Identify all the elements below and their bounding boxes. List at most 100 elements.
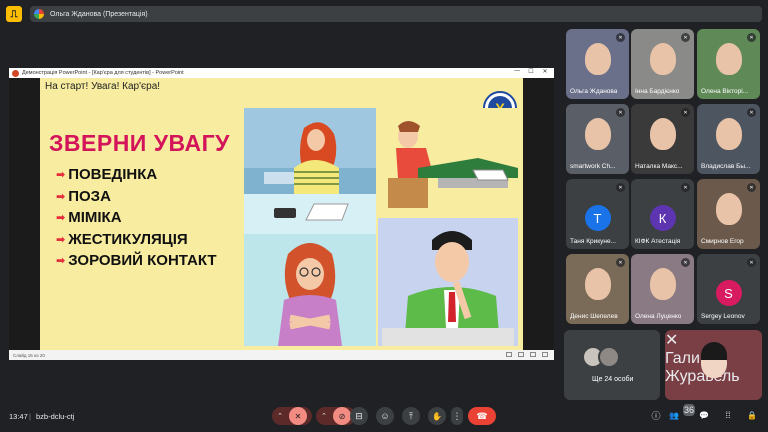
ppt-titlebar: Демонстрація PowerPoint - [Кар'єра для с…	[9, 68, 554, 78]
participant-name: Sergey Leonov	[701, 313, 745, 320]
mic-off-icon: ✕	[747, 183, 756, 192]
arrow-bullet-icon: ➡	[56, 212, 66, 224]
bottom-bar: 13:47 | bzb-dclu-ctj ⌃ ✕ ⌃ ⊘ ⊟ ☺ ⤒ ✋ ⋮ ☎…	[0, 404, 768, 432]
mic-off-icon: ✕	[681, 108, 690, 117]
meet-logo-icon[interactable]: ⎍	[6, 6, 22, 22]
top-bar: ⎍ Ольга Жданова (Презентація)	[0, 0, 768, 28]
raise-hand-button[interactable]: ✋	[428, 407, 446, 425]
presenter-label: Ольга Жданова (Презентація)	[50, 10, 148, 18]
participant-photo	[649, 268, 676, 300]
slide-list-item: ➡ ЖЕСТИКУЛЯЦІЯ	[56, 230, 188, 248]
arrow-bullet-icon: ➡	[56, 255, 66, 267]
more-participants-label: Ще 24 особи	[592, 376, 634, 383]
avatar: Т	[584, 205, 611, 231]
ppt-window-title: Демонстрація PowerPoint - [Кар'єра для с…	[22, 70, 184, 76]
participant-name: Олена Луценко	[635, 313, 682, 320]
participant-tile[interactable]: ✕ Денис Шепелев	[566, 254, 629, 324]
mic-off-button[interactable]: ✕	[288, 407, 307, 425]
slide-list-item: ➡ ЗОРОВИЙ КОНТАКТ	[56, 252, 217, 269]
participant-photo	[584, 118, 611, 150]
right-controls: ⓘ 👥 36 💬 ⁞⁞ 🔒	[650, 404, 758, 421]
participant-tile[interactable]: ✕ Ольга Жданова	[566, 29, 629, 99]
mic-off-icon: ✕	[616, 258, 625, 267]
people-icon[interactable]: 👥 36	[669, 404, 695, 421]
meeting-code: bzb-dclu-ctj	[36, 412, 75, 421]
host-controls-icon[interactable]: 🔒	[746, 409, 758, 421]
presenter-chip[interactable]: Ольга Жданова (Презентація)	[30, 6, 762, 22]
participant-name: Таня Крикуне...	[570, 238, 617, 245]
maximize-icon: ☐	[528, 69, 534, 75]
participant-photo	[584, 43, 611, 75]
participant-name: Денис Шепелев	[570, 313, 618, 320]
participant-tile[interactable]: ✕ Смирнов Егор	[697, 179, 760, 249]
mic-off-icon: ✕	[747, 108, 756, 117]
window-controls: — ☐ ✕	[510, 68, 552, 75]
illustration-woman-crossed-arms	[244, 234, 376, 346]
participant-tile[interactable]: ✕ Інна Бардієнко	[631, 29, 694, 99]
present-button[interactable]: ⤒	[402, 407, 420, 425]
leave-call-button[interactable]: ☎	[468, 407, 496, 425]
participant-name: Ольга Жданова	[570, 88, 618, 95]
slide-list-item: ➡ ПОВЕДІНКА	[56, 166, 158, 183]
participant-tile[interactable]: S ✕ Sergey Leonov	[697, 254, 760, 324]
participant-tile[interactable]: К ✕ КІФК Атестація	[631, 179, 694, 249]
more-options-button[interactable]: ⋮	[451, 407, 463, 425]
present-icon: ⤒	[409, 410, 413, 421]
ppt-view-controls	[506, 352, 548, 357]
participant-name: Владислав Бы...	[701, 163, 751, 170]
participant-photo	[715, 193, 742, 225]
participant-photo	[584, 268, 611, 300]
mini-avatars	[582, 346, 620, 368]
captions-button[interactable]: ⊟	[350, 407, 368, 425]
normal-view-icon	[506, 352, 512, 357]
participant-tile[interactable]: ✕ Наталка Макс...	[631, 104, 694, 174]
slideshow-icon	[542, 352, 548, 357]
slide-heading: ЗВЕРНИ УВАГУ	[49, 130, 230, 156]
participant-tile[interactable]: ✕ Олена Вікторі...	[697, 29, 760, 99]
chevron-up-icon[interactable]: ⌃	[277, 412, 283, 420]
reactions-button[interactable]: ☺	[376, 407, 394, 425]
participant-photo	[649, 118, 676, 150]
slide: На старт! Увага! Кар'єра! Y ЗВЕРНИ УВАГУ…	[40, 78, 523, 350]
chrome-icon	[34, 9, 44, 19]
participant-name: Смирнов Егор	[701, 238, 744, 245]
participant-tile[interactable]: ✕ Галина Журавель	[665, 330, 762, 400]
people-count-badge: 36	[682, 404, 695, 416]
participant-photo	[715, 43, 742, 75]
emoji-icon: ☺	[380, 411, 390, 421]
participant-tile[interactable]: ✕ Олена Луценко	[631, 254, 694, 324]
mini-avatar	[598, 346, 620, 368]
hangup-icon: ☎	[476, 410, 488, 421]
participant-tile[interactable]: Т ✕ Таня Крикуне...	[566, 179, 629, 249]
participant-name: КІФК Атестація	[635, 238, 681, 245]
mic-control[interactable]: ⌃ ✕	[272, 407, 312, 425]
more-participants-tile[interactable]: Ще 24 особи	[564, 330, 660, 400]
meeting-info-icon[interactable]: ⓘ	[650, 409, 662, 421]
mic-off-icon: ✕	[616, 183, 625, 192]
mic-off-icon: ✕	[681, 33, 690, 42]
participant-photo	[715, 118, 742, 150]
participant-tile[interactable]: ✕ Владислав Бы...	[697, 104, 760, 174]
arrow-bullet-icon: ➡	[56, 169, 66, 181]
chevron-up-icon[interactable]: ⌃	[321, 412, 327, 420]
arrow-bullet-icon: ➡	[56, 190, 66, 203]
separator: |	[29, 412, 31, 421]
slide-stage: На старт! Увага! Кар'єра! Y ЗВЕРНИ УВАГУ…	[9, 78, 554, 350]
participant-name: smartwork Ch...	[570, 163, 616, 170]
shared-screen: Демонстрація PowerPoint - [Кар'єра для с…	[9, 68, 554, 360]
camera-off-button[interactable]: ⊘	[332, 407, 351, 425]
mic-off-icon: ✕	[681, 183, 690, 192]
participant-name: Інна Бардієнко	[635, 88, 680, 95]
mic-off-icon: ✕	[747, 33, 756, 42]
slide-counter: Слайд 16 из 20	[13, 352, 45, 358]
slide-list-item: ➡ ПОЗА	[56, 187, 111, 205]
participant-name: Олена Вікторі...	[701, 88, 749, 95]
participant-tile[interactable]: ✕ smartwork Ch...	[566, 104, 629, 174]
participant-name: Наталка Макс...	[635, 163, 683, 170]
close-icon: ✕	[542, 69, 548, 75]
captions-icon: ⊟	[355, 410, 363, 421]
chat-icon[interactable]: 💬	[698, 409, 710, 421]
mic-off-icon: ✕	[747, 258, 756, 267]
avatar: К	[649, 205, 676, 231]
activities-icon[interactable]: ⁞⁞	[722, 409, 734, 421]
